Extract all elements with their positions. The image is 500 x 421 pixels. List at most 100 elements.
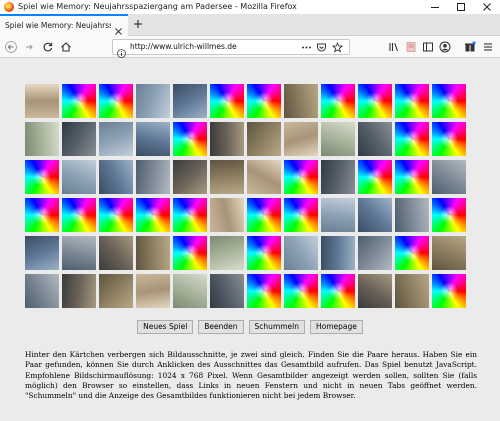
quit-button[interactable]: Beenden xyxy=(198,320,244,334)
memory-card-hidden[interactable] xyxy=(358,84,392,118)
memory-card-photo[interactable] xyxy=(210,198,244,232)
tab-active[interactable]: Spiel wie Memory: Neujahrsspazier xyxy=(0,14,128,36)
memory-card-photo[interactable] xyxy=(210,160,244,194)
memory-card-photo[interactable] xyxy=(99,274,133,308)
memory-card-hidden[interactable] xyxy=(432,274,466,308)
memory-card-hidden[interactable] xyxy=(395,122,429,156)
memory-card-photo[interactable] xyxy=(136,84,170,118)
maximize-button[interactable] xyxy=(448,0,474,14)
memory-card-hidden[interactable] xyxy=(136,198,170,232)
memory-card-photo[interactable] xyxy=(210,236,244,270)
memory-card-photo[interactable] xyxy=(358,274,392,308)
memory-card-hidden[interactable] xyxy=(432,198,466,232)
memory-card-hidden[interactable] xyxy=(247,198,281,232)
memory-card-photo[interactable] xyxy=(321,122,355,156)
url-bar[interactable]: http://www.ulrich-willmes.de xyxy=(112,39,350,58)
memory-card-photo[interactable] xyxy=(321,236,355,270)
memory-card-photo[interactable] xyxy=(136,160,170,194)
memory-card-photo[interactable] xyxy=(321,160,355,194)
memory-card-photo[interactable] xyxy=(62,274,96,308)
memory-card-hidden[interactable] xyxy=(284,198,318,232)
page-actions-button[interactable] xyxy=(301,42,312,53)
close-window-button[interactable] xyxy=(474,0,500,14)
memory-card-photo[interactable] xyxy=(358,122,392,156)
memory-card-photo[interactable] xyxy=(136,274,170,308)
memory-card-photo[interactable] xyxy=(432,160,466,194)
forward-button[interactable] xyxy=(21,39,37,55)
memory-card-photo[interactable] xyxy=(136,236,170,270)
home-button[interactable] xyxy=(58,39,74,55)
memory-card-hidden[interactable] xyxy=(247,274,281,308)
memory-card-hidden[interactable] xyxy=(25,160,59,194)
memory-card-hidden[interactable] xyxy=(62,198,96,232)
site-info-button[interactable] xyxy=(117,43,126,58)
library-button[interactable] xyxy=(386,39,402,55)
memory-card-hidden[interactable] xyxy=(210,84,244,118)
memory-card-photo[interactable] xyxy=(99,160,133,194)
memory-card-photo[interactable] xyxy=(25,122,59,156)
memory-card-hidden[interactable] xyxy=(395,160,429,194)
sidebar-button[interactable] xyxy=(420,39,436,55)
memory-card-photo[interactable] xyxy=(62,122,96,156)
memory-card-photo[interactable] xyxy=(432,236,466,270)
memory-card-photo[interactable] xyxy=(99,122,133,156)
memory-card-photo[interactable] xyxy=(284,84,318,118)
memory-card-hidden[interactable] xyxy=(432,84,466,118)
bookmark-star-button[interactable] xyxy=(332,42,343,53)
memory-card-photo[interactable] xyxy=(173,84,207,118)
memory-card-photo[interactable] xyxy=(321,198,355,232)
memory-card-hidden[interactable] xyxy=(395,236,429,270)
account-button[interactable] xyxy=(437,39,453,55)
memory-card-photo[interactable] xyxy=(358,236,392,270)
memory-card-hidden[interactable] xyxy=(173,198,207,232)
memory-card-photo[interactable] xyxy=(62,160,96,194)
memory-card-photo[interactable] xyxy=(136,122,170,156)
memory-card-hidden[interactable] xyxy=(284,274,318,308)
memory-card-hidden[interactable] xyxy=(247,236,281,270)
memory-card-photo[interactable] xyxy=(284,236,318,270)
open-menu-button[interactable] xyxy=(480,39,496,55)
reload-button[interactable] xyxy=(40,39,56,55)
memory-card-hidden[interactable] xyxy=(173,122,207,156)
memory-card-photo[interactable] xyxy=(210,122,244,156)
tab-close-button[interactable] xyxy=(114,21,123,35)
memory-card-photo[interactable] xyxy=(173,274,207,308)
minimize-button[interactable] xyxy=(422,0,448,14)
memory-card-hidden[interactable] xyxy=(321,84,355,118)
pocket-button[interactable] xyxy=(316,42,327,53)
new-game-button[interactable]: Neues Spiel xyxy=(137,320,194,334)
memory-card-photo[interactable] xyxy=(62,236,96,270)
memory-card-photo[interactable] xyxy=(25,84,59,118)
memory-card-hidden[interactable] xyxy=(99,84,133,118)
reader-view-button[interactable] xyxy=(403,39,419,55)
memory-card-hidden[interactable] xyxy=(395,84,429,118)
memory-card-photo[interactable] xyxy=(395,274,429,308)
memory-card-photo[interactable] xyxy=(358,198,392,232)
memory-card-hidden[interactable] xyxy=(247,84,281,118)
account-icon xyxy=(439,41,451,53)
home-icon xyxy=(61,42,71,52)
memory-card-photo[interactable] xyxy=(25,236,59,270)
memory-card-photo[interactable] xyxy=(247,160,281,194)
extensions-button[interactable] xyxy=(462,39,478,55)
back-button[interactable] xyxy=(3,39,19,55)
shuffle-cheat-button[interactable]: Schummeln xyxy=(248,320,306,334)
memory-card-photo[interactable] xyxy=(99,236,133,270)
new-tab-button[interactable] xyxy=(131,17,145,31)
memory-card-hidden[interactable] xyxy=(432,122,466,156)
memory-card-photo[interactable] xyxy=(247,122,281,156)
memory-card-photo[interactable] xyxy=(173,160,207,194)
memory-card-hidden[interactable] xyxy=(173,236,207,270)
memory-card-hidden[interactable] xyxy=(358,160,392,194)
memory-card-photo[interactable] xyxy=(25,274,59,308)
memory-card-hidden[interactable] xyxy=(284,160,318,194)
memory-card-photo[interactable] xyxy=(395,198,429,232)
memory-card-photo[interactable] xyxy=(210,274,244,308)
homepage-button[interactable]: Homepage xyxy=(310,320,363,334)
memory-card-hidden[interactable] xyxy=(321,274,355,308)
memory-card-hidden[interactable] xyxy=(99,198,133,232)
tab-strip: Spiel wie Memory: Neujahrsspazier xyxy=(0,14,500,36)
memory-card-hidden[interactable] xyxy=(62,84,96,118)
memory-card-photo[interactable] xyxy=(284,122,318,156)
memory-card-hidden[interactable] xyxy=(25,198,59,232)
